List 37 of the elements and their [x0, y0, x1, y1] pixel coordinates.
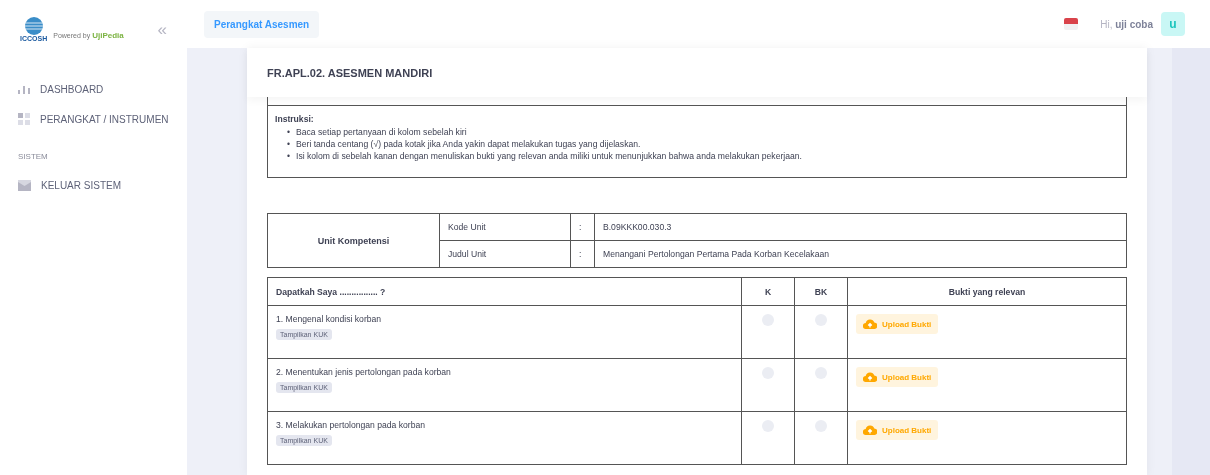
page-tab[interactable]: Perangkat Asesmen [204, 10, 320, 38]
instruction-item: Beri tanda centang (√) pada kotak jika Anda yakin dapat melakukan tugas yang dijelaskan. [296, 138, 641, 150]
mail-icon [18, 179, 31, 191]
cloud-upload-icon [863, 319, 877, 329]
unit-heading-cell: Unit Kompetensi [267, 213, 440, 268]
question-text: 2. Menentukan jenis pertolongan pada korban [276, 367, 452, 377]
question-text: 1. Mengenal kondisi korban [276, 314, 383, 324]
bullet: • [287, 150, 290, 162]
question-text: 3. Melakukan pertolongan pada korban [276, 420, 427, 430]
cloud-upload-icon [863, 425, 877, 435]
brand-name: UjiPedia [92, 30, 124, 40]
bullet: • [287, 126, 290, 138]
sidebar-item[interactable]: DASHBOARD [40, 83, 104, 95]
table-cell: Kode Unit [439, 213, 571, 241]
column-header: BK [794, 277, 848, 306]
table-cell: : [570, 240, 595, 268]
table-cell: B.09KKK00.030.3 [594, 213, 1127, 241]
column-header: Bukti yang relevan [847, 277, 1127, 306]
flag-icon[interactable] [1064, 18, 1079, 30]
grid-icon [18, 113, 30, 125]
column-header: Dapatkah Saya ................ ? [267, 277, 742, 306]
table-cell: : [570, 213, 595, 241]
card-title: FR.APL.02. ASESMEN MANDIRI [247, 48, 1147, 97]
user-greeting: Hi, uji coba [1100, 18, 1153, 30]
instructions-heading: Instruksi: [275, 114, 314, 124]
sidebar-item[interactable]: KELUAR SISTEM [41, 179, 122, 191]
instruction-item: Isi kolom di sebelah kanan dengan menuliskan bukti yang relevan anda miliki untuk menunjukkan bahwa anda melakukan pekerjaan. [296, 150, 802, 162]
column-header: K [741, 277, 795, 306]
instruction-item: Baca setiap pertanyaan di kolom sebelah kiri [296, 126, 467, 138]
globe-logo-icon [24, 16, 43, 35]
table-cell: Judul Unit [439, 240, 571, 268]
section-label: SISTEM [18, 151, 48, 161]
sidebar-item[interactable]: PERANGKAT / INSTRUMEN [40, 113, 169, 125]
bar-chart-icon [18, 84, 30, 94]
table-cell: Menangani Pertolongan Pertama Pada Korban Kecelakaan [594, 240, 1127, 268]
cloud-upload-icon [863, 372, 877, 382]
bullet: • [287, 138, 290, 150]
